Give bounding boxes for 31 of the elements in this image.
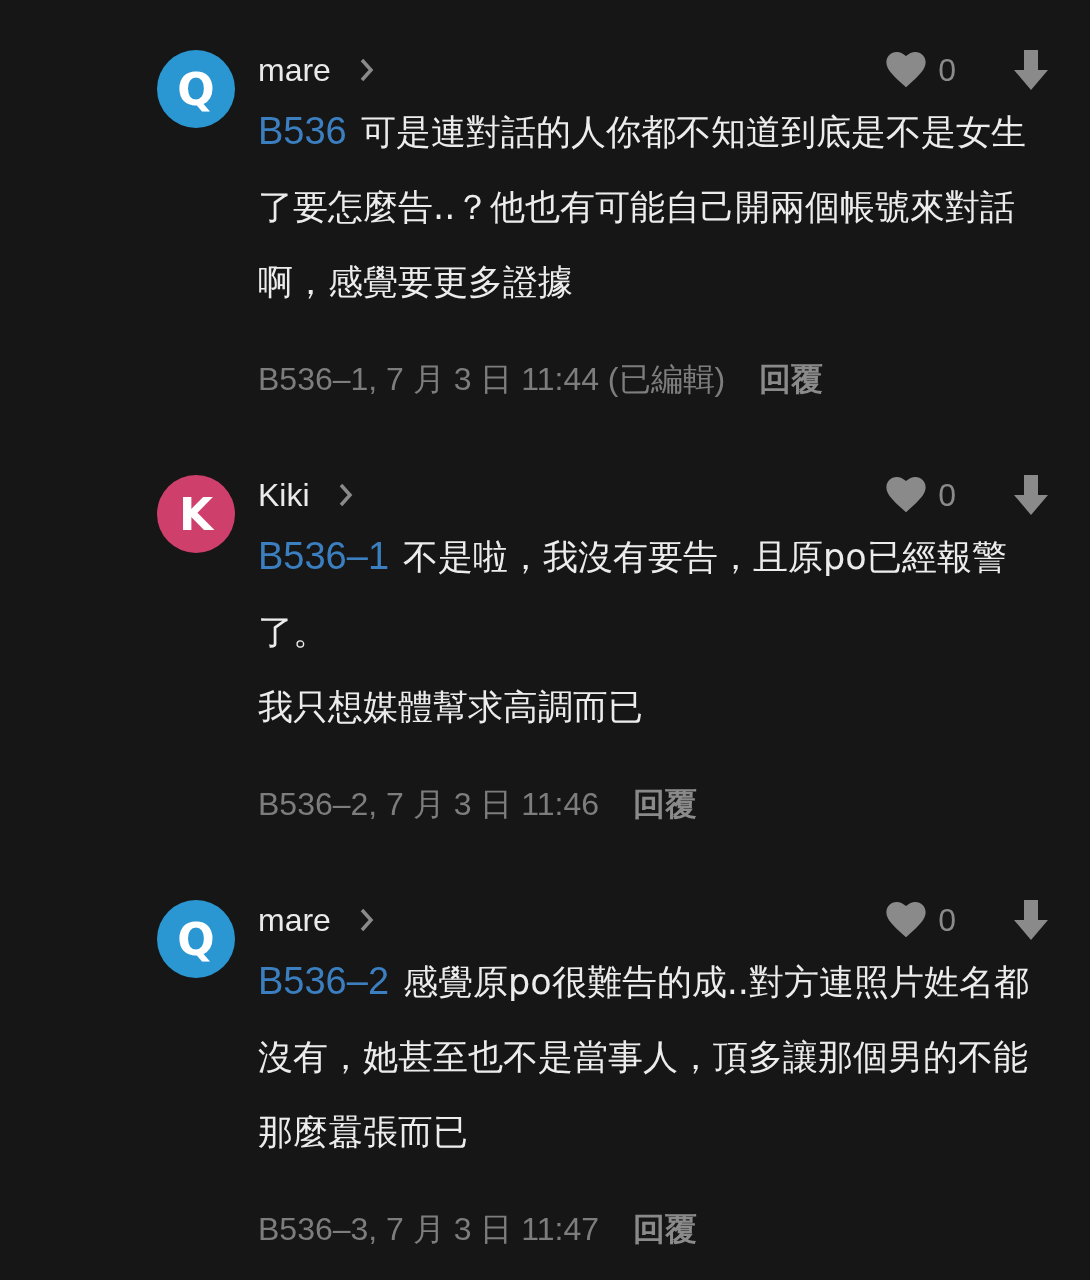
like-count: 0 <box>938 476 956 514</box>
comment-text: B536 可是連對話的人你都不知道到底是不是女生了要怎麼告..？他也有可能自己開兩個帳號來對話啊，感覺要更多證據 <box>258 109 1027 304</box>
comment-text: B536–1 不是啦，我沒有要告，且原po已經報警了。 <box>258 534 1008 654</box>
arrow-down-icon[interactable] <box>1014 50 1048 90</box>
like-count: 0 <box>938 51 956 89</box>
avatar[interactable]: Q <box>157 50 235 128</box>
reply-link[interactable]: B536–1 <box>258 535 389 577</box>
arrow-down-icon[interactable] <box>1014 900 1048 940</box>
username[interactable]: Kiki <box>258 476 310 514</box>
comment-meta: B536–3, 7 月 3 日 11:47 <box>258 1209 599 1249</box>
avatar[interactable]: K <box>157 475 235 553</box>
comment-meta: B536–2, 7 月 3 日 11:46 <box>258 784 599 824</box>
chevron-right-icon <box>358 57 375 83</box>
like-count: 0 <box>938 901 956 939</box>
reply-button[interactable]: 回覆 <box>759 357 824 402</box>
arrow-down-icon[interactable] <box>1014 475 1048 515</box>
username[interactable]: mare <box>258 51 331 89</box>
comment-text: B536–2 感覺原po很難告的成..對方連照片姓名都沒有，她甚至也不是當事人，頂多讓那個男的不能那麼囂張而已 <box>258 959 1030 1154</box>
chevron-right-icon <box>337 482 354 508</box>
avatar[interactable]: Q <box>157 900 235 978</box>
reply-button[interactable]: 回覆 <box>632 1207 697 1252</box>
comment-meta: B536–1, 7 月 3 日 11:44 (已編輯) <box>258 359 726 399</box>
chevron-right-icon <box>358 907 375 933</box>
reply-button[interactable]: 回覆 <box>632 782 697 827</box>
heart-icon[interactable] <box>886 477 927 513</box>
reply-link[interactable]: B536 <box>258 110 347 152</box>
heart-icon[interactable] <box>886 902 927 938</box>
comment-text: 我只想媒體幫求高調而已 <box>258 686 644 729</box>
username[interactable]: mare <box>258 901 331 939</box>
reply-link[interactable]: B536–2 <box>258 960 389 1002</box>
heart-icon[interactable] <box>886 52 927 88</box>
